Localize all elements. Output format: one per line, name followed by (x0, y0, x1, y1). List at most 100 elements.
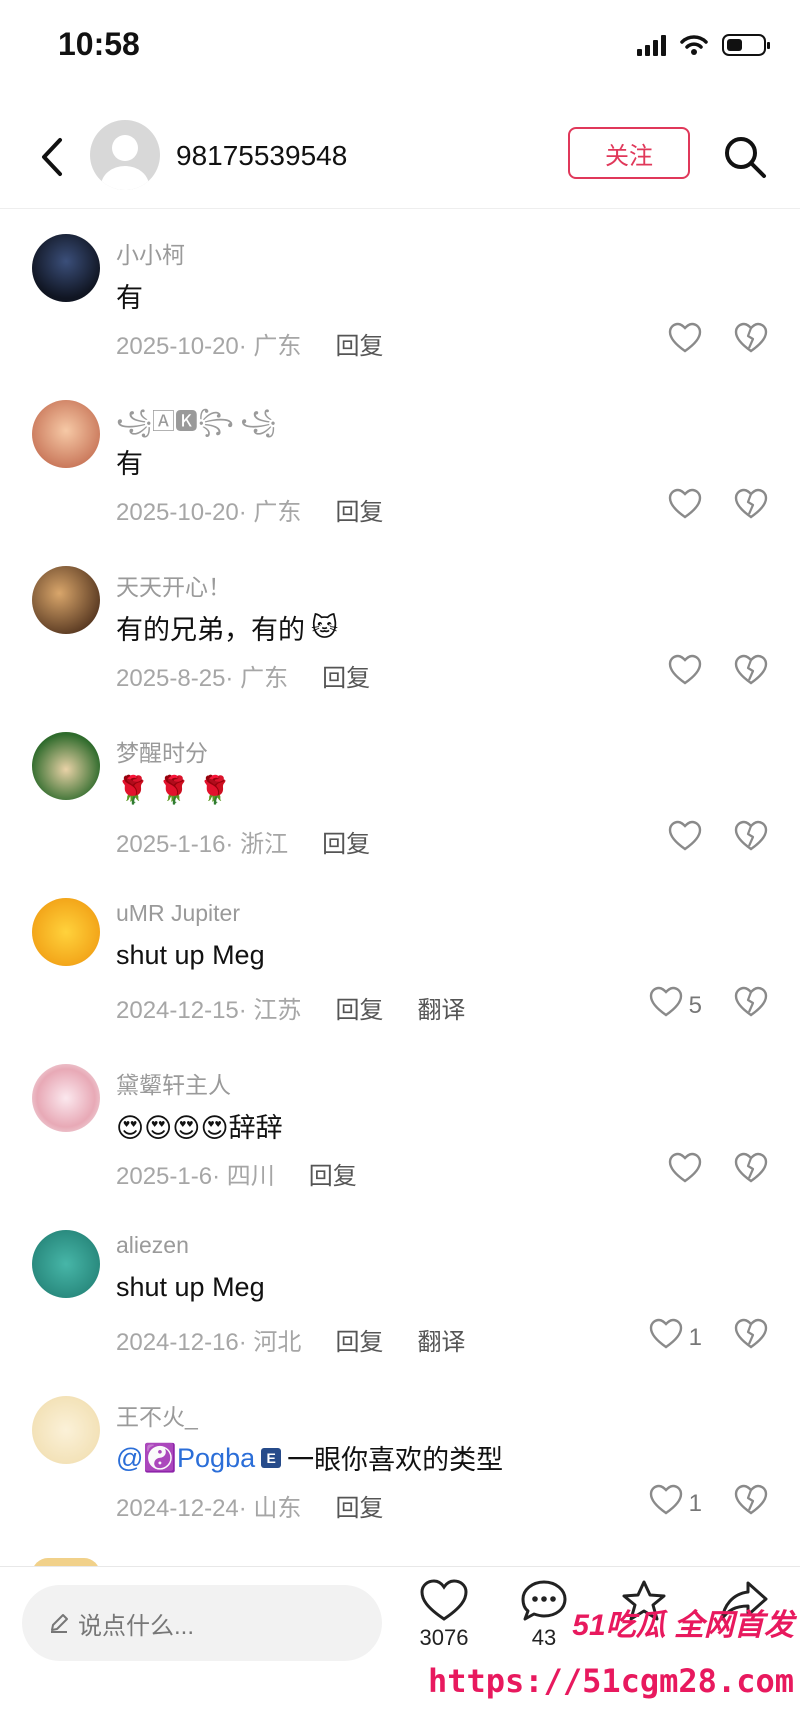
comment-meta: 2024-12-16· 河北 回复 翻译 (116, 1322, 465, 1357)
comment-avatar[interactable] (32, 1396, 100, 1464)
comment-username[interactable]: 天天开心！ (116, 568, 231, 602)
header-avatar[interactable] (90, 120, 160, 190)
heart-icon (668, 820, 702, 859)
comment-like-button[interactable] (668, 1152, 702, 1191)
comment-text: 🌹 🌹 🌹 (116, 774, 232, 806)
translate-button[interactable]: 翻译 (417, 990, 465, 1025)
comment-like-button[interactable]: 1 (649, 1484, 702, 1523)
comment-date-region: 2025-1-6· 四川 (116, 1163, 275, 1190)
broken-heart-icon[interactable] (734, 820, 768, 857)
comment-date-region: 2025-1-16· 浙江 (116, 831, 289, 858)
search-icon[interactable] (722, 134, 768, 180)
broken-heart-icon[interactable] (734, 488, 768, 525)
comment-text: 有 (116, 442, 143, 481)
battery-level (727, 39, 743, 51)
comment-avatar[interactable] (32, 234, 100, 302)
user-badge: E (261, 1447, 282, 1468)
comment-text: 😍😍😍😍辞辞 (116, 1106, 283, 1145)
comment-username[interactable]: 梦醒时分 (116, 734, 208, 768)
heart-icon (649, 1318, 683, 1357)
like-button[interactable]: 3076 (404, 1579, 484, 1651)
comment-meta: 2024-12-15· 江苏 回复 翻译 (116, 990, 465, 1025)
heart-icon (668, 488, 702, 527)
comment-text: 有的兄弟，有的 🐱 (116, 608, 338, 647)
reply-button[interactable]: 回复 (335, 990, 383, 1025)
comment-avatar[interactable] (32, 400, 100, 468)
reply-button[interactable]: 回复 (322, 824, 370, 859)
comment-avatar[interactable] (32, 898, 100, 966)
comment-item[interactable]: ꧁🄰🅺꧂ ꧁ 有 2025-10-20· 广东 回复 (0, 378, 800, 544)
watermark-url: https://51cgm28.com (427, 1662, 794, 1700)
comment-meta: 2025-10-20· 广东 回复 (116, 492, 383, 527)
reply-button[interactable]: 回复 (335, 326, 383, 361)
comment-avatar[interactable] (32, 566, 100, 634)
comment-body: 有 (116, 283, 143, 313)
comment-avatar[interactable] (32, 1064, 100, 1132)
comment-text: shut up Meg (116, 940, 265, 971)
header-title: 98175539548 (176, 140, 348, 171)
comment-like-button[interactable] (668, 322, 702, 361)
comment-like-button[interactable] (668, 820, 702, 859)
comment-like-count: 1 (688, 1323, 702, 1351)
comment-list: 小小柯有 2025-10-20· 广东 回复 ꧁🄰🅺꧂ ꧁ 有 2025-10-20· 广… (0, 212, 800, 1566)
comment-date-region: 2024-12-16· 河北 (116, 1329, 302, 1356)
comment-item[interactable]: 王不火_ @☯️Pogba E 一眼你喜欢的类型 2024-12-24· 山东 回复 1 (0, 1374, 800, 1540)
heart-icon (668, 1152, 702, 1191)
mention-link[interactable]: @☯️Pogba (116, 1442, 255, 1474)
comment-like-count: 5 (688, 991, 702, 1019)
comment-username[interactable]: aliezen (116, 1232, 189, 1259)
reply-button[interactable]: 回复 (322, 658, 370, 693)
comment-emoji: 🐱 (311, 612, 339, 642)
comment-body: 一眼你喜欢的类型 (287, 1445, 504, 1475)
comment-body: shut up Meg (116, 940, 265, 970)
broken-heart-icon[interactable] (734, 654, 768, 691)
comment-like-button[interactable] (668, 488, 702, 527)
heart-icon (420, 1579, 468, 1621)
comment-date-region: 2024-12-24· 山东 (116, 1495, 302, 1522)
comment-username[interactable]: 黛颦轩主人 (116, 1066, 231, 1100)
comment-like-button[interactable]: 5 (649, 986, 702, 1025)
comment-body: 有 (116, 449, 143, 479)
comment-text: @☯️Pogba E 一眼你喜欢的类型 (116, 1438, 503, 1477)
comment-meta: 2024-12-24· 山东 回复 (116, 1488, 383, 1523)
comment-item[interactable]: aliezen shut up Meg 2024-12-16· 河北 回复 翻译 1 (0, 1208, 800, 1374)
comment-username[interactable]: uMR Jupiter (116, 900, 240, 927)
broken-heart-icon[interactable] (734, 986, 768, 1023)
back-icon[interactable] (34, 132, 74, 182)
status-bar: 10:58 (0, 0, 800, 96)
translate-button[interactable]: 翻译 (417, 1322, 465, 1357)
heart-icon (668, 654, 702, 693)
reply-button[interactable]: 回复 (335, 1488, 383, 1523)
broken-heart-icon[interactable] (734, 1152, 768, 1189)
heart-icon (649, 1484, 683, 1523)
comment-avatar[interactable] (32, 732, 100, 800)
status-icons (637, 34, 770, 56)
comment-date-region: 2025-8-25· 广东 (116, 665, 289, 692)
broken-heart-icon[interactable] (734, 322, 768, 359)
reply-button[interactable]: 回复 (335, 492, 383, 527)
comment-item[interactable]: uMR Jupiter shut up Meg 2024-12-15· 江苏 回复 翻译… (0, 876, 800, 1042)
watermark: 51吃瓜 全网首发 https://51cgm28.com (428, 1600, 800, 1731)
comment-item[interactable]: 天天开心！ 有的兄弟，有的 🐱 2025-8-25· 广东 回复 (0, 544, 800, 710)
comment-body: 🌹 🌹 🌹 (116, 775, 232, 805)
comment-avatar[interactable] (32, 1230, 100, 1298)
comment-username[interactable]: 小小柯 (116, 236, 185, 270)
comment-date-region: 2024-12-15· 江苏 (116, 997, 302, 1024)
follow-button[interactable]: 关注 (568, 127, 690, 179)
comment-input[interactable]: 说点什么... (22, 1585, 382, 1661)
comment-item[interactable]: 小小柯有 2025-10-20· 广东 回复 (0, 212, 800, 378)
like-count: 3076 (419, 1625, 469, 1650)
comment-like-button[interactable]: 1 (649, 1318, 702, 1357)
comment-meta: 2025-10-20· 广东 回复 (116, 326, 383, 361)
comment-like-button[interactable] (668, 654, 702, 693)
comment-item[interactable]: 黛颦轩主人 😍😍😍😍辞辞 2025-1-6· 四川 回复 (0, 1042, 800, 1208)
broken-heart-icon[interactable] (734, 1484, 768, 1521)
comment-username[interactable]: 王不火_ (116, 1398, 198, 1432)
reply-button[interactable]: 回复 (335, 1322, 383, 1357)
broken-heart-icon[interactable] (734, 1318, 768, 1355)
heart-icon (668, 322, 702, 361)
comment-item[interactable]: 梦醒时分 🌹 🌹 🌹 2025-1-16· 浙江 回复 (0, 710, 800, 876)
reply-button[interactable]: 回复 (309, 1156, 357, 1191)
header: 98175539548 关注 (0, 110, 800, 209)
wifi-icon (680, 35, 708, 55)
